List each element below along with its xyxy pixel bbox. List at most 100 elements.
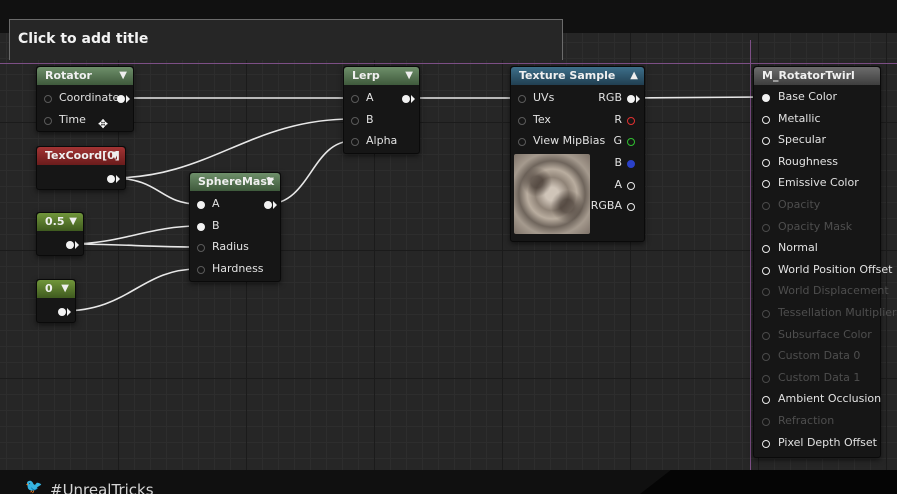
output-arrow-icon bbox=[636, 95, 640, 103]
material-result-node[interactable]: M_RotatorTwirl Base Color Metallic Specula… bbox=[753, 66, 897, 458]
constant-0-5-output-pin[interactable] bbox=[66, 241, 74, 249]
material-input-label: Base Color bbox=[778, 90, 838, 103]
spheremask-node[interactable]: SphereMask ▼ A B Radius Hardness bbox=[189, 172, 281, 282]
lerp-alpha-pin[interactable] bbox=[351, 138, 359, 146]
output-arrow-icon bbox=[116, 175, 120, 183]
footer-dark-band bbox=[640, 470, 897, 494]
constant-0-output-pin[interactable] bbox=[58, 308, 66, 316]
material-input-pin[interactable] bbox=[762, 94, 770, 102]
wire-const-to-sphere-radius bbox=[69, 243, 199, 248]
mouse-cursor-icon: ✥ bbox=[98, 117, 109, 131]
material-input-pin[interactable] bbox=[762, 353, 770, 362]
rotator-coordinate-pin[interactable] bbox=[44, 95, 52, 103]
lerp-a-pin[interactable] bbox=[351, 95, 359, 103]
dropdown-caret-icon[interactable]: ▼ bbox=[405, 67, 413, 85]
material-input-label: Metallic bbox=[778, 111, 821, 125]
texture-b-pin[interactable] bbox=[627, 160, 635, 168]
wire-const-to-sphere-b bbox=[69, 225, 199, 245]
rotator-time-pin[interactable] bbox=[44, 117, 52, 125]
texture-sample-title: Texture Sample bbox=[519, 69, 616, 82]
dropdown-caret-icon[interactable]: ▼ bbox=[69, 213, 77, 231]
material-input-pin[interactable] bbox=[762, 439, 770, 448]
dropdown-caret-icon[interactable]: ▼ bbox=[61, 280, 69, 298]
material-input-pin[interactable] bbox=[762, 223, 770, 232]
texture-a-pin[interactable] bbox=[627, 182, 635, 190]
spheremask-b-pin[interactable] bbox=[197, 223, 205, 231]
material-input-pin[interactable] bbox=[762, 374, 770, 383]
material-input-pin[interactable] bbox=[762, 115, 770, 124]
material-input-pin[interactable] bbox=[762, 180, 770, 189]
rotator-coordinate-label: Coordinate bbox=[59, 91, 120, 104]
footer-hashtag: #UnrealTricks bbox=[50, 481, 154, 494]
texture-rgba-pin[interactable] bbox=[627, 203, 635, 211]
material-input-pin[interactable] bbox=[762, 245, 770, 254]
material-input-label: Custom Data 0 bbox=[778, 349, 861, 363]
material-input-label: Pixel Depth Offset bbox=[778, 435, 877, 449]
rotator-node-header[interactable]: Rotator ▼ bbox=[37, 67, 133, 85]
material-input-pin[interactable] bbox=[762, 418, 770, 426]
material-input-pin[interactable] bbox=[762, 137, 770, 146]
dropdown-caret-icon[interactable]: ▼ bbox=[266, 173, 274, 191]
texcoord-node-header[interactable]: TexCoord[0] ▼ bbox=[37, 147, 125, 165]
dropdown-caret-icon[interactable]: ▼ bbox=[119, 67, 127, 85]
spheremask-output-pin[interactable] bbox=[264, 201, 272, 209]
constant-0-header[interactable]: 0 ▼ bbox=[37, 280, 75, 298]
texture-thumbnail[interactable] bbox=[514, 154, 590, 234]
material-input-label: Subsurface Color bbox=[778, 327, 872, 341]
lerp-node-header[interactable]: Lerp ▼ bbox=[344, 67, 419, 85]
material-input-label: World Position Offset bbox=[778, 262, 893, 276]
material-input-pin[interactable] bbox=[762, 396, 770, 405]
lerp-b-pin[interactable] bbox=[351, 117, 359, 125]
constant-0-5-node[interactable]: 0.5 ▼ bbox=[36, 212, 84, 256]
texture-g-pin[interactable] bbox=[627, 138, 635, 146]
texture-rgb-label: RGB bbox=[598, 91, 622, 104]
material-input-pin[interactable] bbox=[762, 158, 770, 167]
constant-0-5-title: 0.5 bbox=[45, 215, 65, 228]
texcoord-title: TexCoord[0] bbox=[45, 149, 120, 162]
spheremask-a-label: A bbox=[212, 197, 220, 210]
texture-mipbias-pin[interactable] bbox=[518, 138, 526, 146]
texcoord-output-pin[interactable] bbox=[107, 175, 115, 183]
twitter-bird-icon: 🐦 bbox=[25, 479, 43, 494]
texture-uvs-pin[interactable] bbox=[518, 95, 526, 103]
lerp-alpha-label: Alpha bbox=[366, 134, 398, 147]
spheremask-hardness-label: Hardness bbox=[212, 262, 264, 275]
constant-0-node[interactable]: 0 ▼ bbox=[36, 279, 76, 323]
rotator-output-pin[interactable] bbox=[117, 95, 125, 103]
wire-zero-to-sphere-hardness bbox=[61, 268, 199, 312]
rotator-time-label: Time bbox=[59, 113, 86, 126]
texture-b-label: B bbox=[614, 156, 622, 169]
constant-0-5-header[interactable]: 0.5 ▼ bbox=[37, 213, 83, 231]
texcoord-node[interactable]: TexCoord[0] ▼ bbox=[36, 146, 126, 190]
texture-sample-header[interactable]: Texture Sample ▲ bbox=[511, 67, 644, 85]
wire-texcoord-to-lerp-b bbox=[111, 118, 353, 179]
material-input-pin[interactable] bbox=[762, 202, 770, 210]
spheremask-a-pin[interactable] bbox=[197, 201, 205, 209]
spheremask-radius-pin[interactable] bbox=[197, 244, 205, 252]
lerp-output-pin[interactable] bbox=[402, 95, 410, 103]
material-input-label: Custom Data 1 bbox=[778, 370, 861, 384]
spheremask-node-header[interactable]: SphereMask ▼ bbox=[190, 173, 280, 191]
texture-rgba-label: RGBA bbox=[590, 199, 622, 212]
texture-g-label: G bbox=[613, 134, 622, 147]
material-result-header[interactable]: M_RotatorTwirl bbox=[754, 67, 880, 85]
dropdown-caret-icon[interactable]: ▼ bbox=[111, 147, 119, 165]
material-input-label: World Displacement bbox=[778, 284, 889, 298]
collapse-caret-icon[interactable]: ▲ bbox=[630, 67, 638, 85]
material-input-pin[interactable] bbox=[762, 310, 770, 318]
texture-tex-pin[interactable] bbox=[518, 117, 526, 125]
material-input-pin[interactable] bbox=[762, 266, 770, 275]
material-title: M_RotatorTwirl bbox=[762, 69, 855, 82]
material-input-pin[interactable] bbox=[762, 331, 770, 340]
material-input-pin[interactable] bbox=[762, 288, 770, 297]
texture-r-pin[interactable] bbox=[627, 117, 635, 125]
lerp-node[interactable]: Lerp ▼ A B Alpha bbox=[343, 66, 420, 154]
material-input-label: Normal bbox=[778, 241, 818, 255]
material-input-label: Opacity Mask bbox=[778, 219, 853, 233]
spheremask-hardness-pin[interactable] bbox=[197, 266, 205, 274]
texture-sample-node[interactable]: Texture Sample ▲ UVs Tex View MipBias RG… bbox=[510, 66, 645, 242]
material-graph-canvas[interactable]: Click to add title Rotator ▼ Coordinate … bbox=[0, 0, 897, 494]
rotator-node[interactable]: Rotator ▼ Coordinate Time bbox=[36, 66, 134, 132]
texture-rgb-pin[interactable] bbox=[627, 95, 635, 103]
lerp-title: Lerp bbox=[352, 69, 380, 82]
